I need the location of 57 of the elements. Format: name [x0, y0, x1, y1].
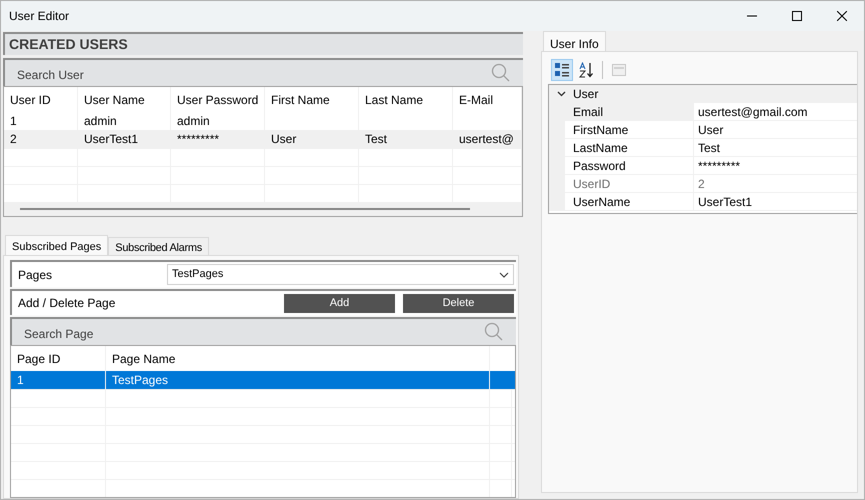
tab[interactable]: User Info [543, 31, 606, 51]
table-cell-text: Test [365, 131, 388, 148]
tab[interactable]: Subscribed Pages [5, 235, 108, 255]
property-value[interactable]: Test [694, 139, 857, 156]
table-cell-text: 1 [10, 113, 17, 130]
property-name[interactable]: LastName [565, 139, 693, 156]
field-label: Pages [18, 266, 54, 284]
action-button[interactable]: Delete [403, 294, 514, 312]
search-input[interactable]: Search Page [24, 321, 484, 343]
property-name[interactable]: UserID [565, 175, 693, 192]
column-header[interactable]: User Password [171, 87, 265, 112]
table-cell-text: UserTest1 [84, 131, 138, 148]
search-icon[interactable] [484, 322, 504, 342]
table-row[interactable]: 1 TestPages [11, 371, 515, 389]
table-cell-text: 2 [10, 131, 17, 148]
column-header[interactable]: User Name [78, 87, 171, 112]
property-value[interactable]: ********* [694, 157, 857, 174]
section-title: CREATED USERS [9, 35, 128, 54]
search-field[interactable]: Search User [3, 58, 523, 86]
tab[interactable]: Subscribed Alarms [108, 237, 209, 255]
property-name[interactable]: UserName [565, 193, 693, 210]
property-value[interactable]: User [694, 121, 857, 138]
table-cell-text: usertest@ [459, 131, 514, 148]
table-cell-text: TestPages [112, 372, 168, 389]
property-name[interactable]: FirstName [565, 121, 693, 138]
action-button[interactable]: Add [284, 294, 395, 312]
chevron-down-icon [556, 91, 566, 97]
search-input[interactable]: Search User [17, 62, 491, 84]
column-header[interactable]: E-Mail [453, 87, 522, 112]
property-value[interactable]: usertest@gmail.com [694, 103, 857, 120]
toolbar-button[interactable] [551, 59, 573, 81]
property-value[interactable]: 2 [694, 175, 857, 192]
table-cell-text: User [271, 131, 296, 148]
property-pages-icon [611, 62, 627, 78]
table-row[interactable]: 2 UserTest1 ********* User Test usertest@ [4, 130, 522, 148]
close-icon [836, 11, 846, 21]
search-field[interactable]: Search Page [10, 317, 516, 345]
maximize-icon [792, 11, 802, 21]
categorized-icon [554, 62, 570, 78]
window-title: User Editor [9, 8, 70, 25]
column-header[interactable]: Last Name [359, 87, 453, 112]
table-cell-text: admin [177, 113, 210, 130]
search-icon[interactable] [491, 63, 511, 83]
sort-icon [578, 62, 594, 78]
table-cell-text: ********* [177, 131, 220, 148]
category-label: User [573, 86, 598, 103]
field-label: Add / Delete Page [18, 295, 116, 312]
pages-dropdown[interactable]: TestPages [167, 264, 514, 285]
column-header[interactable]: First Name [265, 87, 359, 112]
horizontal-scrollbar[interactable] [4, 202, 522, 216]
table-cell-text: admin [84, 113, 117, 130]
property-value[interactable]: UserTest1 [694, 193, 857, 210]
chevron-down-icon [499, 272, 509, 278]
table-cell-text: 1 [17, 372, 24, 389]
category-row[interactable]: User [549, 85, 857, 103]
property-name[interactable]: Password [565, 157, 693, 174]
column-header[interactable]: User ID [4, 87, 78, 112]
